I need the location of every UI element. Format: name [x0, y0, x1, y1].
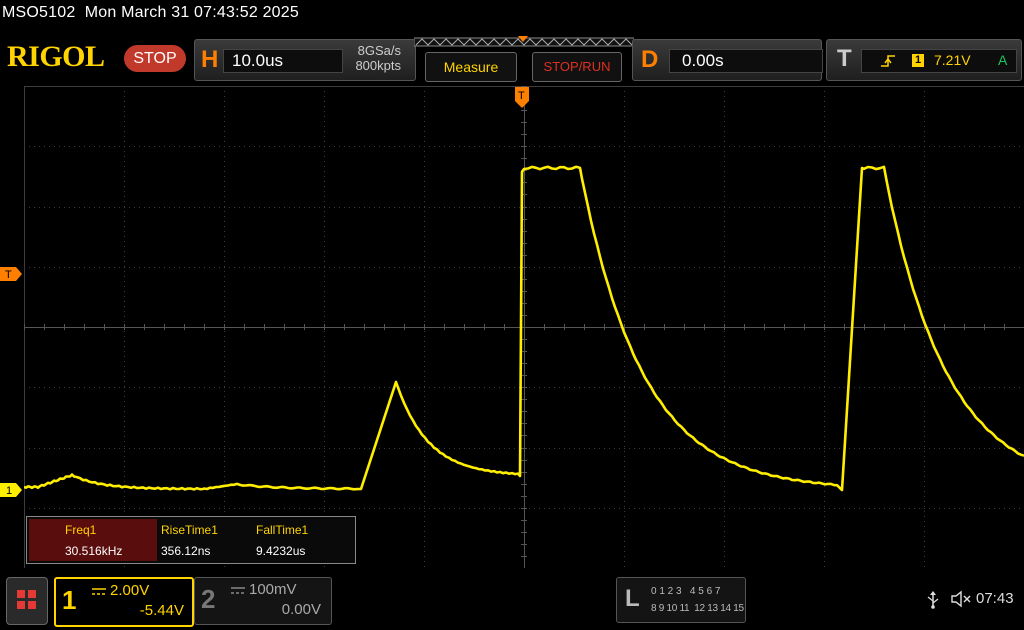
channel2-settings[interactable]: 2 100mV 0.00V — [194, 577, 332, 625]
memory-depth: 800kpts — [355, 58, 401, 73]
usb-icon — [927, 591, 939, 609]
status-clock: 07:43 — [976, 590, 1014, 607]
delay-panel[interactable]: D 0.00s — [632, 39, 823, 81]
run-state-badge[interactable]: STOP — [124, 45, 186, 72]
trigger-letter: T — [837, 45, 852, 72]
trigger-position-marker[interactable]: T — [515, 87, 531, 109]
sample-rate: 8GSa/s — [357, 43, 401, 58]
measurement-value-freq: 30.516kHz — [65, 544, 123, 558]
trigger-source-badge: 1 — [912, 54, 924, 67]
delay-value[interactable]: 0.00s — [669, 49, 823, 73]
title-bar: MSO5102 Mon March 31 07:43:52 2025 — [2, 4, 299, 22]
channel1-offset: -5.44V — [139, 602, 184, 619]
channel1-settings[interactable]: 1 2.00V -5.44V — [54, 577, 194, 627]
rising-edge-icon — [881, 55, 895, 67]
trigger-level-marker-label: T — [5, 269, 12, 281]
date-time: Mon March 31 07:43:52 2025 — [84, 4, 299, 21]
channel1-offset-marker-label: 1 — [6, 485, 12, 497]
stop-run-button[interactable]: STOP/RUN — [532, 52, 622, 82]
channel2-offset: 0.00V — [281, 601, 321, 618]
measurement-value-rise: 356.12ns — [161, 544, 211, 558]
measurement-header-rise: RiseTime1 — [161, 523, 218, 537]
logic-letter: L — [625, 585, 640, 612]
logic-channels-panel[interactable]: L 0 1 2 3 4 5 6 7 8 9 10 11 12 13 14 15 — [616, 577, 746, 623]
channel2-scale: 100mV — [249, 581, 297, 598]
trigger-level: 7.21V — [934, 52, 971, 68]
channel1-scale: 2.00V — [110, 582, 150, 599]
rigol-logo: RIGOL — [7, 40, 105, 73]
waveform-display[interactable] — [24, 86, 1024, 568]
measurement-table[interactable]: Freq1 RiseTime1 FallTime1 30.516kHz 356.… — [26, 516, 356, 564]
trigger-position-marker-label: T — [518, 90, 525, 102]
menu-grid-icon — [17, 590, 36, 609]
dc-coupling-icon — [92, 588, 106, 595]
horizontal-letter: H — [201, 46, 219, 73]
measurement-value-fall: 9.4232us — [256, 544, 306, 558]
channel2-number: 2 — [201, 584, 216, 614]
delay-letter: D — [641, 46, 659, 73]
trigger-level-marker[interactable]: T — [0, 266, 24, 282]
channel1-number: 1 — [62, 585, 77, 615]
dc-coupling-icon — [231, 587, 245, 594]
timebase-value[interactable]: 10.0us — [223, 49, 343, 73]
logic-channels-row2: 8 9 10 11 12 13 14 15 — [651, 603, 744, 614]
acquisition-info: 8GSa/s 800kpts — [355, 43, 401, 73]
model-name: MSO5102 — [2, 4, 76, 21]
mute-icon[interactable] — [950, 590, 972, 608]
measurement-header-fall: FallTime1 — [256, 523, 309, 537]
horizontal-panel[interactable]: H 10.0us 8GSa/s 800kpts — [194, 39, 416, 81]
trigger-panel[interactable]: T 1 7.21V A — [826, 39, 1022, 81]
trigger-settings[interactable]: 1 7.21V A — [861, 49, 1017, 73]
channel1-offset-marker[interactable]: 1 — [0, 482, 24, 498]
measure-button[interactable]: Measure — [425, 52, 517, 82]
trigger-mode: A — [998, 52, 1008, 68]
logic-channels-row1: 0 1 2 3 4 5 6 7 — [651, 586, 721, 597]
measurement-header-freq: Freq1 — [65, 523, 97, 537]
main-menu-button[interactable] — [6, 577, 48, 625]
memory-position-strip — [414, 36, 634, 47]
